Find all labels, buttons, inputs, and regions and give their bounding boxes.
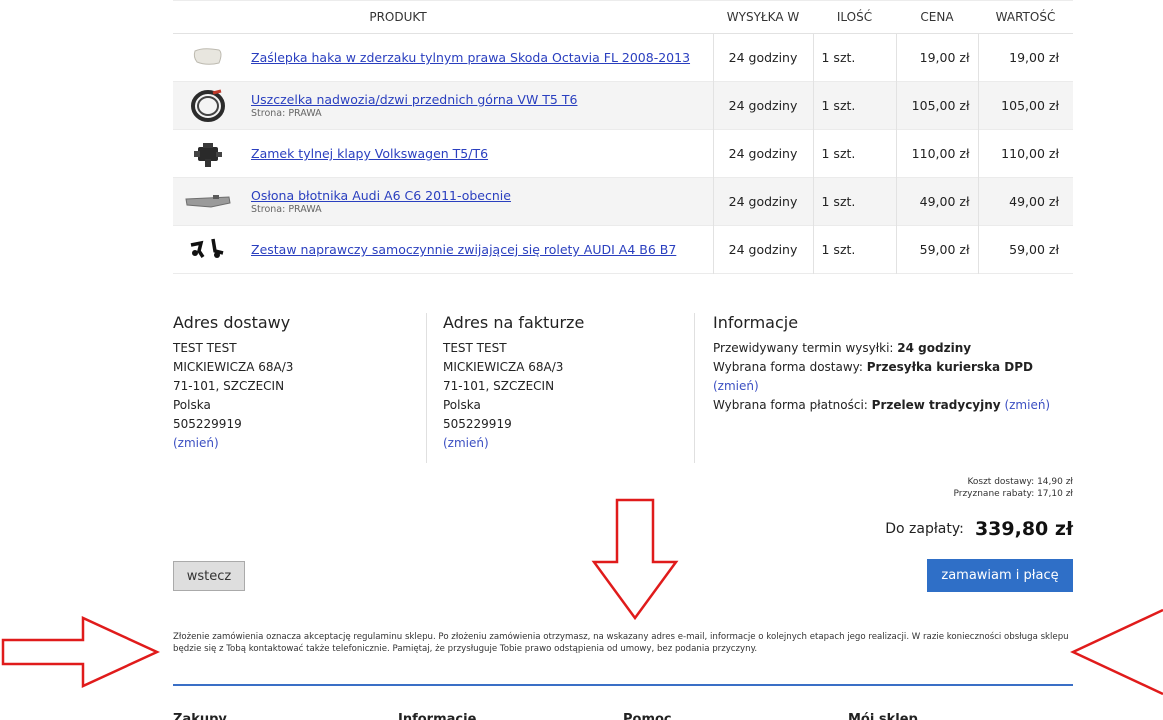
table-row: Osłona błotnika Audi A6 C6 2011-obecnie … <box>173 177 1073 226</box>
unit-price: 19,00 zł <box>895 33 978 82</box>
line-total: 49,00 zł <box>977 177 1073 226</box>
header-qty: ILOŚĆ <box>813 0 896 34</box>
table-row: Zestaw naprawczy samoczynnie zwijającej … <box>173 225 1073 274</box>
address-line: TEST TEST <box>443 341 507 355</box>
place-order-button[interactable]: zamawiam i płacę <box>927 559 1073 592</box>
product-variant: Strona: PRAWA <box>251 204 322 215</box>
quantity: 1 szt. <box>812 81 896 130</box>
product-link[interactable]: Zamek tylnej klapy Volkswagen T5/T6 <box>251 146 713 161</box>
tow-hook-cap-icon <box>193 47 222 65</box>
footer-divider <box>173 684 1073 686</box>
repair-kit-icon <box>190 238 224 258</box>
eta-value: 24 godziny <box>897 341 972 355</box>
shipping-time: 24 godziny <box>712 129 813 178</box>
unit-price: 105,00 zł <box>895 81 978 130</box>
payment-method-line: Wybrana forma płatności: Przelew tradycy… <box>713 398 1051 412</box>
delivery-method-value: Przesyłka kurierska DPD <box>866 360 1034 374</box>
rubber-seal-icon <box>191 89 225 122</box>
change-payment-method-link[interactable]: (zmień) <box>1004 398 1050 412</box>
delivery-address: Adres dostawy TEST TEST MICKIEWICZA 68A/… <box>173 313 423 453</box>
product-variant: Strona: PRAWA <box>251 108 322 119</box>
line-total: 110,00 zł <box>977 129 1073 178</box>
shipping-time: 24 godziny <box>712 33 813 82</box>
order-items-table: PRODUKT WYSYŁKA W ILOŚĆ CENA WARTOŚĆ Zaś… <box>173 0 1073 274</box>
lock-icon <box>194 142 222 167</box>
footer-heading: Pomoc <box>623 712 672 720</box>
right-arrow-icon <box>1 616 160 688</box>
header-price: CENA <box>896 0 978 34</box>
header-product: PRODUKT <box>173 0 713 34</box>
information-title: Informacje <box>713 313 799 332</box>
payment-method-value: Przelew tradycyjny <box>871 398 1001 412</box>
header-total: WARTOŚĆ <box>978 0 1073 34</box>
shipping-time: 24 godziny <box>712 177 813 226</box>
down-arrow-icon <box>591 498 679 621</box>
footer-heading: Mój sklep <box>848 712 918 720</box>
terms-notice: Złożenie zamówienia oznacza akceptację r… <box>173 632 1069 654</box>
shipping-time: 24 godziny <box>712 225 813 274</box>
unit-price: 110,00 zł <box>895 129 978 178</box>
column-divider <box>694 313 695 463</box>
quantity: 1 szt. <box>812 129 896 178</box>
amount-due: Do zapłaty: 339,80 zł <box>885 518 1073 540</box>
quantity: 1 szt. <box>812 33 896 82</box>
line-total: 19,00 zł <box>977 33 1073 82</box>
address-line: 71-101, SZCZECIN <box>173 379 285 393</box>
back-button[interactable]: wstecz <box>173 561 245 591</box>
address-line: MICKIEWICZA 68A/3 <box>443 360 564 374</box>
fender-cover-icon <box>185 194 231 208</box>
unit-price: 49,00 zł <box>895 177 978 226</box>
change-invoice-address-link[interactable]: (zmień) <box>443 434 693 453</box>
discounts: Przyznane rabaty: 17,10 zł <box>953 489 1073 499</box>
address-line: 505229919 <box>443 417 512 431</box>
product-link[interactable]: Zaślepka haka w zderzaku tylnym prawa Sk… <box>251 50 713 65</box>
shipping-time: 24 godziny <box>712 81 813 130</box>
quantity: 1 szt. <box>812 177 896 226</box>
table-row: Zamek tylnej klapy Volkswagen T5/T6 24 g… <box>173 129 1073 178</box>
delivery-address-title: Adres dostawy <box>173 313 291 332</box>
order-summary: PRODUKT WYSYŁKA W ILOŚĆ CENA WARTOŚĆ Zaś… <box>173 0 1073 274</box>
invoice-address: Adres na fakturze TEST TEST MICKIEWICZA … <box>443 313 693 453</box>
unit-price: 59,00 zł <box>895 225 978 274</box>
table-header-row: PRODUKT WYSYŁKA W ILOŚĆ CENA WARTOŚĆ <box>173 0 1073 34</box>
product-link[interactable]: Osłona błotnika Audi A6 C6 2011-obecnie <box>251 188 713 203</box>
order-information: Informacje Przewidywany termin wysyłki: … <box>713 313 1073 415</box>
change-delivery-method-link[interactable]: (zmień) <box>713 379 759 393</box>
delivery-method-line: Wybrana forma dostawy: Przesyłka kuriers… <box>713 360 1034 393</box>
address-line: 505229919 <box>173 417 242 431</box>
line-total: 59,00 zł <box>977 225 1073 274</box>
column-divider <box>426 313 427 463</box>
amount-due-value: 339,80 zł <box>974 518 1073 540</box>
left-arrow-icon <box>1070 608 1163 696</box>
product-link[interactable]: Uszczelka nadwozia/dzwi przednich górna … <box>251 92 713 107</box>
amount-due-label: Do zapłaty: <box>885 521 964 537</box>
address-line: 71-101, SZCZECIN <box>443 379 555 393</box>
quantity: 1 szt. <box>812 225 896 274</box>
address-info-section: Adres dostawy TEST TEST MICKIEWICZA 68A/… <box>173 313 1073 463</box>
product-link[interactable]: Zestaw naprawczy samoczynnie zwijającej … <box>251 242 713 257</box>
footer-heading: Zakupy <box>173 712 227 720</box>
change-delivery-address-link[interactable]: (zmień) <box>173 434 423 453</box>
address-line: MICKIEWICZA 68A/3 <box>173 360 294 374</box>
address-line: Polska <box>173 398 211 412</box>
header-shipping: WYSYŁKA W <box>713 0 813 34</box>
invoice-address-title: Adres na fakturze <box>443 313 585 332</box>
footer-headings: Zakupy Informacje Pomoc Mój sklep <box>0 710 1163 720</box>
shipping-cost: Koszt dostawy: 14,90 zł <box>967 477 1073 487</box>
footer-heading: Informacje <box>398 712 477 720</box>
cost-summary: Koszt dostawy: 14,90 zł Przyznane rabaty… <box>953 476 1073 500</box>
line-total: 105,00 zł <box>977 81 1073 130</box>
eta-line: Przewidywany termin wysyłki: 24 godziny <box>713 341 972 355</box>
address-line: TEST TEST <box>173 341 237 355</box>
table-row: Zaślepka haka w zderzaku tylnym prawa Sk… <box>173 33 1073 82</box>
address-line: Polska <box>443 398 481 412</box>
table-row: Uszczelka nadwozia/dzwi przednich górna … <box>173 81 1073 130</box>
